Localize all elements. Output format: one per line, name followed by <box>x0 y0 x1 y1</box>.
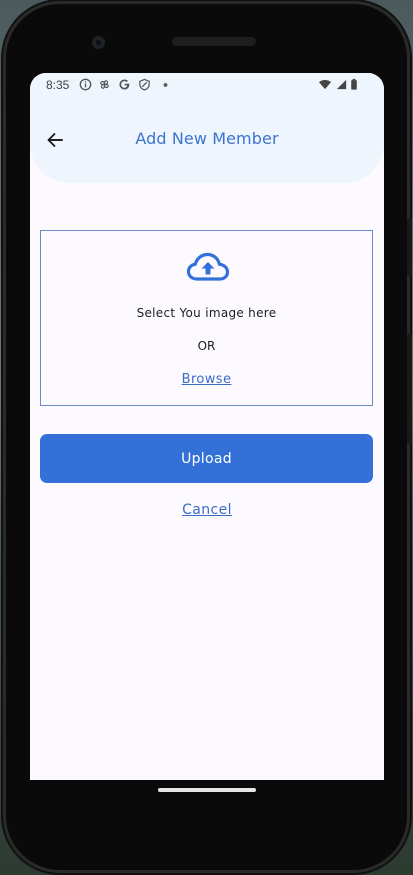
dot-icon <box>163 83 168 87</box>
browse-link[interactable]: Browse <box>41 372 372 387</box>
image-drop-zone[interactable]: Select You image here OR Browse <box>40 230 373 406</box>
wifi-icon <box>318 79 332 90</box>
upload-button[interactable]: Upload <box>40 434 373 483</box>
home-indicator[interactable] <box>158 788 256 792</box>
info-icon <box>79 78 92 91</box>
status-bar: 8:35 <box>30 73 384 97</box>
battery-icon <box>351 78 357 90</box>
cancel-link[interactable]: Cancel <box>30 502 384 518</box>
app-header: 8:35 Add New Member <box>30 73 384 183</box>
earpiece-speaker <box>172 37 256 46</box>
volume-button <box>407 334 412 444</box>
app-screen: 8:35 Add New Member Select You image her… <box>30 73 384 780</box>
cloud-upload-icon <box>186 252 230 281</box>
page-title: Add New Member <box>135 129 279 148</box>
pinwheel-icon <box>100 80 109 89</box>
google-icon <box>119 79 130 90</box>
signal-icon <box>336 79 347 90</box>
power-button <box>407 218 412 276</box>
shield-icon <box>139 78 150 91</box>
front-camera <box>92 36 105 49</box>
status-time: 8:35 <box>46 78 70 92</box>
select-image-text: Select You image here <box>136 306 277 320</box>
or-separator: OR <box>197 339 216 353</box>
